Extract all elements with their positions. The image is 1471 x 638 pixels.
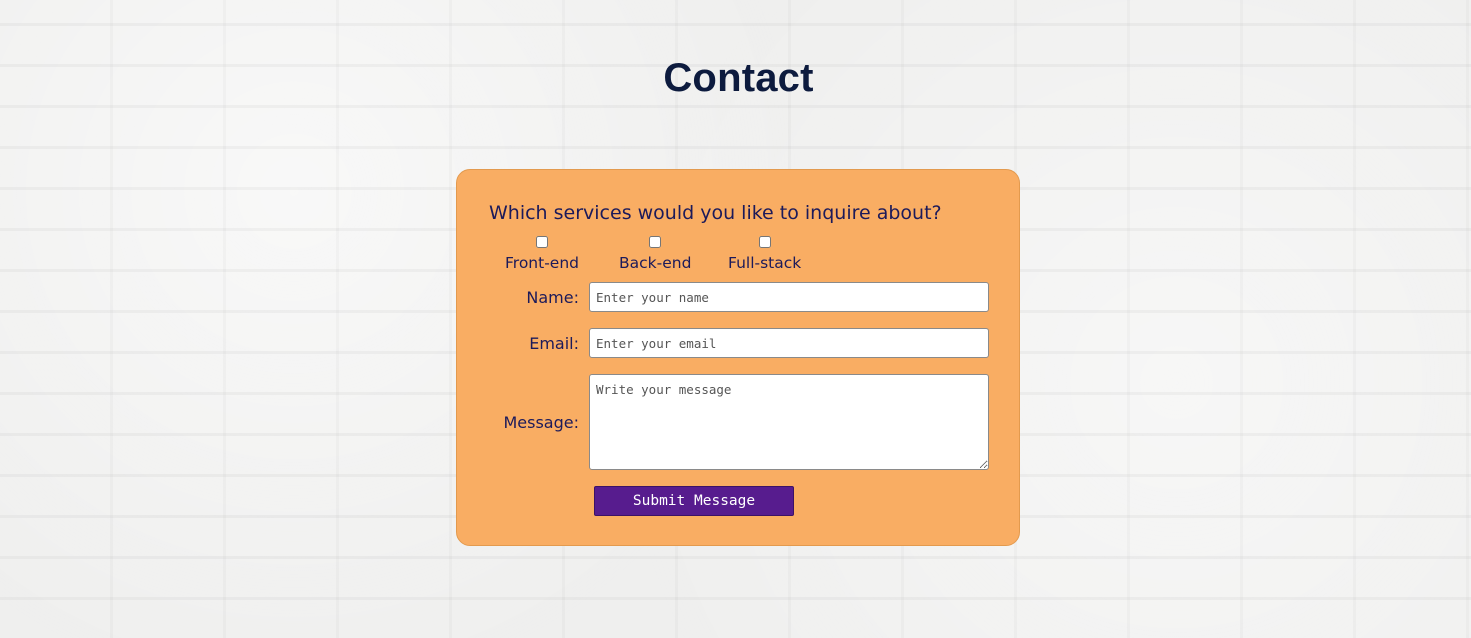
- submit-message-button[interactable]: Submit Message: [594, 486, 794, 516]
- name-label: Name:: [526, 288, 579, 307]
- service-option-fullstack[interactable]: Full-stack: [728, 236, 801, 272]
- service-option-frontend[interactable]: Front-end: [505, 236, 579, 272]
- frontend-label: Front-end: [505, 254, 579, 272]
- fullstack-label: Full-stack: [728, 254, 802, 272]
- frontend-checkbox[interactable]: [536, 236, 548, 248]
- contact-form: Which services would you like to inquire…: [456, 169, 1020, 546]
- email-label: Email:: [529, 334, 579, 353]
- message-textarea[interactable]: [589, 374, 989, 470]
- backend-checkbox[interactable]: [649, 236, 662, 248]
- backend-label: Back-end: [619, 254, 692, 272]
- name-input[interactable]: [589, 282, 989, 312]
- service-option-backend[interactable]: Back-end: [619, 236, 691, 272]
- services-question: Which services would you like to inquire…: [489, 202, 942, 224]
- email-input[interactable]: [589, 328, 989, 358]
- page-title: Contact: [663, 56, 814, 100]
- message-label: Message:: [503, 413, 579, 432]
- fullstack-checkbox[interactable]: [758, 236, 771, 248]
